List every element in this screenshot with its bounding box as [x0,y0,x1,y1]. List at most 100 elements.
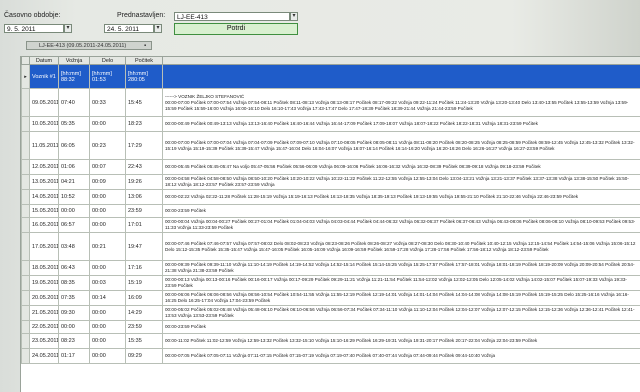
table-row[interactable]: 22.05.2011 00:00 00:00 23:59 00:00-23:59 Poč… [21,320,640,334]
rest-cell: 13:06 [125,189,163,205]
column-header-driving[interactable]: Vožnja [58,56,90,65]
driving-cell: 08:35 [58,275,90,291]
table-row[interactable]: 17.05.2011 03:48 00:21 19:47 00:00-07:46 Poč… [21,232,640,261]
events-cell: 00:00-04:58 Počitek 04:58-08:50 Vožnja 0… [162,174,640,190]
table-row[interactable]: 15.05.2011 00:00 00:00 23:59 00:00-23:59 Poč… [21,204,640,218]
table-row[interactable]: 09.05.2011 07:40 00:33 15:45 ------> VOZNIK … [21,88,640,117]
driving-cell: 06:05 [58,131,90,160]
row-indicator [21,232,30,261]
vehicle-dropdown-icon[interactable]: ▾ [290,12,298,21]
current-row-icon: ▸ [21,64,30,89]
driving-cell: 07:40 [58,88,90,117]
events-cell: 00:00-23:59 Počitek [162,204,640,218]
row-indicator [21,305,30,321]
table-row[interactable]: 13.05.2011 04:21 00:09 19:26 00:00-04:58 Poč… [21,174,640,190]
row-indicator-header [21,56,30,65]
rest-cell: 17:16 [125,260,163,276]
events-cell: 00:00-07:46 Počitek 07:46-07:57 Vožnja 0… [162,232,640,261]
rest-cell: 15:19 [125,275,163,291]
date-cell: 17.05.2011 [29,232,59,261]
table-row[interactable]: 14.05.2011 10:52 00:00 13:06 00:00-02:22 Vož… [21,189,640,205]
driver-summary-row[interactable]: ▸ Voznik #1 [hh:mm] 88:32 [hh:mm] 01:53 [hh:mm… [21,64,640,89]
date-cell: 24.05.2011 [29,348,59,364]
table-row[interactable]: 19.05.2011 08:35 00:03 15:19 00:00-00:13 Vož… [21,275,640,291]
date-to-dropdown-icon[interactable]: ▾ [154,24,162,33]
summary-work-cell[interactable]: [hh:mm] 01:53 [89,64,126,89]
events-cell: 00:00-00:13 Vožnja 00:13-00:16 Počitek 0… [162,275,640,291]
column-header-events [162,56,640,65]
table-row[interactable]: 12.05.2011 01:06 00:07 22:43 00:00-05:45 Poč… [21,159,640,175]
date-cell: 19.05.2011 [29,275,59,291]
work-cell: 00:00 [89,333,126,349]
row-indicator [21,159,30,175]
row-indicator [21,88,30,117]
confirm-button[interactable]: Potrdi [174,23,298,35]
work-cell: 00:14 [89,290,126,306]
date-cell: 20.05.2011 [29,290,59,306]
date-cell: 10.05.2011 [29,116,59,132]
vehicle-select[interactable]: LJ-EE-413 [174,12,290,21]
table-row[interactable]: 21.05.2011 09:30 00:00 14:29 00:00-05:02 Poč… [21,305,640,321]
rest-cell: 23:59 [125,320,163,334]
events-cell: 00:00-00:04 Vožnja 00:04-00:27 Počitek 0… [162,217,640,233]
column-header-date[interactable]: Datum [29,56,59,65]
data-grid[interactable]: Datum Vožnja Delo Počitek ▸ Voznik #1 [hh:… [20,56,640,392]
row-indicator [21,260,30,276]
rest-cell: 14:29 [125,305,163,321]
driving-cell: 00:00 [58,320,90,334]
rest-cell: 17:01 [125,217,163,233]
date-from-field[interactable]: 9. 5. 2011 [4,24,64,33]
work-cell: 00:33 [89,88,126,117]
date-cell: 21.05.2011 [29,305,59,321]
date-cell: 18.05.2011 [29,260,59,276]
work-cell: 00:03 [89,275,126,291]
table-row[interactable]: 16.05.2011 06:57 00:00 17:01 00:00-00:04 Vož… [21,217,640,233]
row-indicator [21,290,30,306]
date-cell: 23.05.2011 [29,333,59,349]
session-tab[interactable]: LJ-EE-413 (09.05.2011-24.05.2011) ▪ [26,41,152,50]
rest-cell: 09:29 [125,348,163,364]
rest-cell: 19:47 [125,232,163,261]
events-cell: 00:00-11:02 Počitek 11:02-12:59 Vožnja 1… [162,333,640,349]
date-to-field[interactable]: 24. 5. 2011 [104,24,154,33]
row-indicator [21,333,30,349]
column-header-rest[interactable]: Počitek [125,56,163,65]
date-cell: 13.05.2011 [29,174,59,190]
work-cell: 00:00 [89,320,126,334]
rest-cell: 16:09 [125,290,163,306]
work-cell: 00:00 [89,217,126,233]
driver-cell[interactable]: Voznik #1 [29,64,59,89]
row-indicator [21,204,30,218]
summary-events-cell[interactable] [162,64,640,89]
summary-driving-cell[interactable]: [hh:mm] 88:32 [58,64,90,89]
events-cell: 00:00-02:22 Vožnja 02:22-11:28 Počitek 1… [162,189,640,205]
date-cell: 11.05.2011 [29,131,59,160]
date-cell: 22.05.2011 [29,320,59,334]
work-cell: 00:00 [89,189,126,205]
date-cell: 16.05.2011 [29,217,59,233]
table-row[interactable]: 10.05.2011 05:35 00:00 18:23 00:00-00:49 Poč… [21,116,640,132]
table-row[interactable]: 18.05.2011 06:43 00:00 17:16 00:00-09:39 Poč… [21,260,640,276]
work-cell: 00:23 [89,131,126,160]
work-cell: 00:00 [89,204,126,218]
table-row[interactable]: 24.05.2011 01:17 00:00 09:29 00:00-07:05 Poč… [21,348,640,364]
table-row[interactable]: 11.05.2011 06:05 00:23 17:29 00:00-07:00 Poč… [21,131,640,160]
column-header-work[interactable]: Delo [89,56,126,65]
date-from-dropdown-icon[interactable]: ▾ [64,24,72,33]
work-cell: 00:00 [89,305,126,321]
driving-cell: 04:21 [58,174,90,190]
table-row[interactable]: 23.05.2011 08:23 00:00 15:35 00:00-11:02 Poč… [21,333,640,349]
events-cell: 00:00-07:05 Počitek 07:05-07:11 Vožnja 0… [162,348,640,364]
tab-close-icon[interactable]: ▪ [144,42,146,50]
driving-cell: 01:17 [58,348,90,364]
row-indicator [21,174,30,190]
driving-cell: 07:35 [58,290,90,306]
driving-cell: 09:30 [58,305,90,321]
rest-cell: 15:35 [125,333,163,349]
summary-rest-cell[interactable]: [hh:mm] 280:05 [125,64,163,89]
events-cell: 00:00-05:02 Počitek 05:02-05:48 Vožnja 0… [162,305,640,321]
row-indicator [21,116,30,132]
row-indicator [21,275,30,291]
table-row[interactable]: 20.05.2011 07:35 00:14 16:09 00:00-06:06 Poč… [21,290,640,306]
events-cell: 00:00-09:39 Počitek 09:39-11:10 Vožnja 1… [162,260,640,276]
